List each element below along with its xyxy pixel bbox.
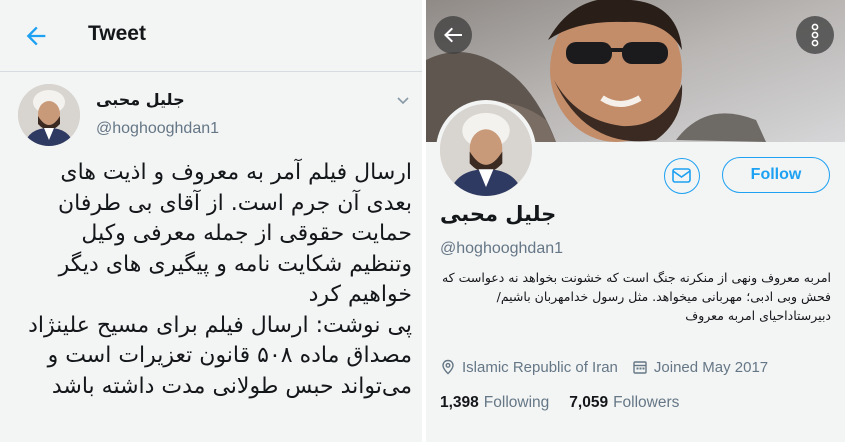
tweet-header: Tweet [0, 0, 422, 72]
profile-name: جلیل محبی [440, 202, 557, 226]
more-options-button[interactable] [796, 16, 834, 54]
avatar[interactable] [18, 84, 80, 146]
follow-button[interactable]: Follow [722, 157, 830, 193]
following-count[interactable]: 1,398 [440, 394, 479, 412]
location-text: Islamic Republic of Iran [462, 358, 618, 376]
author-name[interactable]: جلیل محبی [96, 90, 185, 109]
profile-panel: Follow جلیل محبی @hoghooghdan1 امربه معر… [426, 0, 845, 442]
tweet-panel: Tweet جلیل محبی @hoghooghdan1 ارسال فیلم… [0, 0, 422, 442]
followers-label[interactable]: Followers [613, 394, 679, 412]
joined-text: Joined May 2017 [653, 358, 769, 376]
profile-avatar[interactable] [436, 100, 536, 200]
location-pin-icon [442, 359, 454, 375]
back-button[interactable] [434, 16, 472, 54]
profile-meta: Islamic Republic of Iran Joined May 2017 [440, 356, 768, 378]
page-title: Tweet [88, 22, 146, 45]
followers-count[interactable]: 7,059 [569, 394, 608, 412]
mail-icon [672, 168, 691, 183]
more-vertical-icon [811, 23, 819, 47]
back-arrow-icon[interactable] [22, 22, 50, 50]
profile-handle: @hoghooghdan1 [440, 240, 564, 257]
profile-stats: 1,398 Following 7,059 Followers [440, 392, 679, 414]
message-button[interactable] [664, 158, 700, 194]
chevron-down-icon[interactable] [395, 92, 411, 108]
profile-bio: امربه معروف ونهی از منکرنه جنگ است که خش… [441, 270, 831, 323]
calendar-icon [633, 361, 647, 374]
author-handle[interactable]: @hoghooghdan1 [96, 120, 219, 138]
tweet-paragraph: ارسال فیلم آمر به معروف و اذیت های بعدی … [58, 160, 412, 307]
following-label[interactable]: Following [484, 394, 549, 412]
tweet-text: ارسال فیلم آمر به معروف و اذیت های بعدی … [12, 158, 412, 428]
back-arrow-icon [444, 27, 462, 43]
tweet-paragraph: پی نوشت: ارسال فیلم برای مسیح علینژاد مص… [28, 312, 412, 399]
